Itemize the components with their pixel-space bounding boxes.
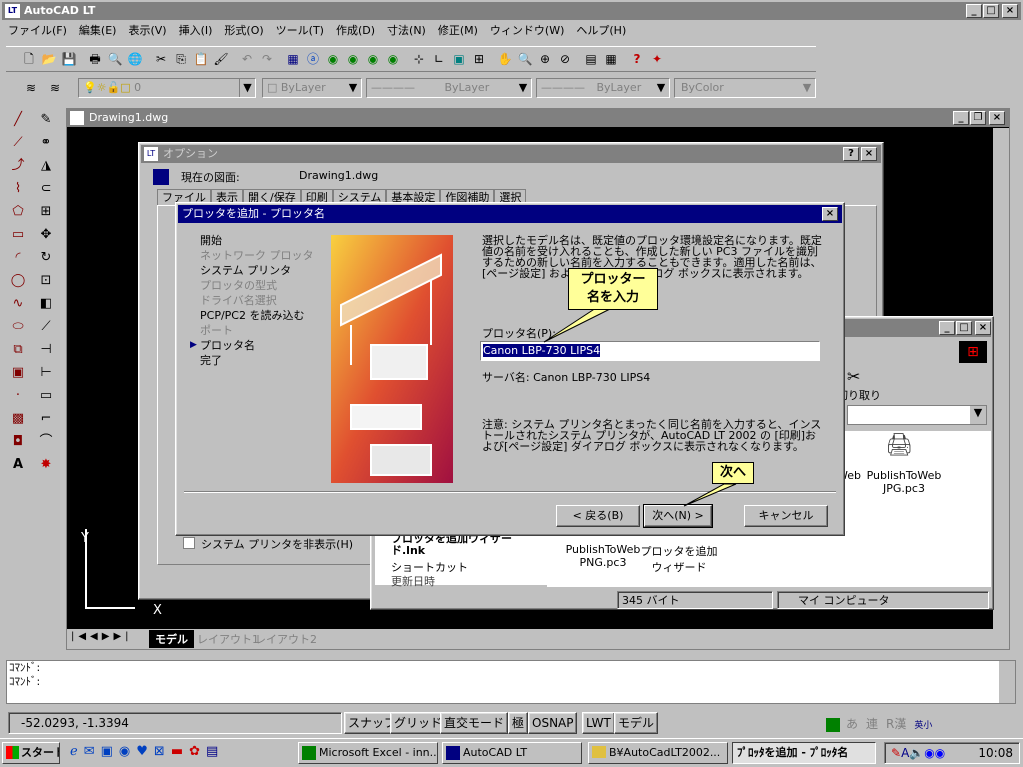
callout-pointers [543, 307, 737, 507]
ime-bar: あ連 R漢 英小 [826, 714, 996, 734]
start-button[interactable]: スタート [2, 742, 60, 764]
quick-launch: ℯ✉▣◉♥⊠▬✿▤ [70, 744, 290, 759]
app6-icon[interactable]: ⊠ [154, 744, 171, 759]
callout-next: 次へ [712, 462, 754, 484]
ime-hiragana[interactable]: あ [846, 717, 858, 731]
ortho-button[interactable]: 直交モード [440, 712, 509, 734]
task-wizard-label: ﾌﾟﾛｯﾀを追加 - ﾌﾟﾛｯﾀ名 [737, 746, 849, 759]
task-folder[interactable]: B¥AutoCadLT2002... [588, 742, 728, 764]
command-window[interactable]: ｺﾏﾝﾄﾞ: ｺﾏﾝﾄﾞ: [6, 660, 1016, 704]
task-autocad-label: AutoCAD LT [463, 746, 528, 759]
callout-enter-name-text: プロッター 名を入力 [580, 272, 646, 305]
app5-icon[interactable]: ♥ [136, 744, 154, 759]
app7-icon[interactable]: ▬ [171, 744, 189, 759]
command-scrollbar[interactable] [999, 661, 1015, 703]
system-tray: ✎A🔈◉◉ 10:08 [884, 742, 1020, 764]
task-excel[interactable]: Microsoft Excel - inn... [298, 742, 438, 764]
command-line-1: ｺﾏﾝﾄﾞ: [9, 661, 41, 674]
autocad-icon [446, 746, 460, 760]
tray-pen-icon[interactable]: ✎ [891, 746, 901, 760]
model-button[interactable]: モデル [614, 712, 659, 734]
app9-icon[interactable]: ▤ [206, 744, 224, 759]
task-excel-label: Microsoft Excel - inn... [319, 746, 438, 759]
callout-next-text: 次へ [719, 465, 746, 480]
app8-icon[interactable]: ✿ [189, 744, 206, 759]
osnap-button[interactable]: OSNAP [528, 712, 578, 734]
taskbar: スタート ℯ✉▣◉♥⊠▬✿▤ Microsoft Excel - inn... … [0, 738, 1023, 767]
coordinates[interactable]: -52.0293, -1.3394 [8, 712, 342, 734]
tray-volume-icon[interactable]: 🔈 [909, 746, 924, 760]
windows-flag-icon [6, 746, 19, 759]
task-folder-label: B¥AutoCadLT2002... [609, 746, 721, 759]
task-autocad[interactable]: AutoCAD LT [442, 742, 582, 764]
status-bar: -52.0293, -1.3394 スナップ グリッド 直交モード 極 OSNA… [4, 710, 1019, 738]
ime-alpha[interactable]: 英小 [914, 721, 932, 731]
ime-conversion[interactable]: 連 [866, 717, 878, 731]
lwt-button[interactable]: LWT [582, 712, 615, 734]
excel-icon [302, 746, 316, 760]
ime-icon [826, 717, 840, 732]
grid-button[interactable]: グリッド [390, 712, 447, 734]
ime-kanji[interactable]: R漢 [886, 717, 906, 731]
media-icon[interactable]: ◉ [119, 744, 136, 759]
folder-icon [592, 746, 606, 758]
start-label: スタート [21, 746, 59, 759]
clock: 10:08 [978, 746, 1013, 760]
command-line-2: ｺﾏﾝﾄﾞ: [9, 675, 41, 688]
desktop-icon[interactable]: ▣ [101, 744, 119, 759]
outlook-icon[interactable]: ✉ [84, 744, 101, 759]
polar-button[interactable]: 極 [508, 712, 529, 734]
callout-enter-name: プロッター 名を入力 [568, 268, 658, 310]
tray-net-icon[interactable]: ◉◉ [924, 746, 945, 760]
ie-icon[interactable]: ℯ [70, 744, 84, 759]
task-wizard[interactable]: ﾌﾟﾛｯﾀを追加 - ﾌﾟﾛｯﾀ名 [732, 742, 876, 764]
